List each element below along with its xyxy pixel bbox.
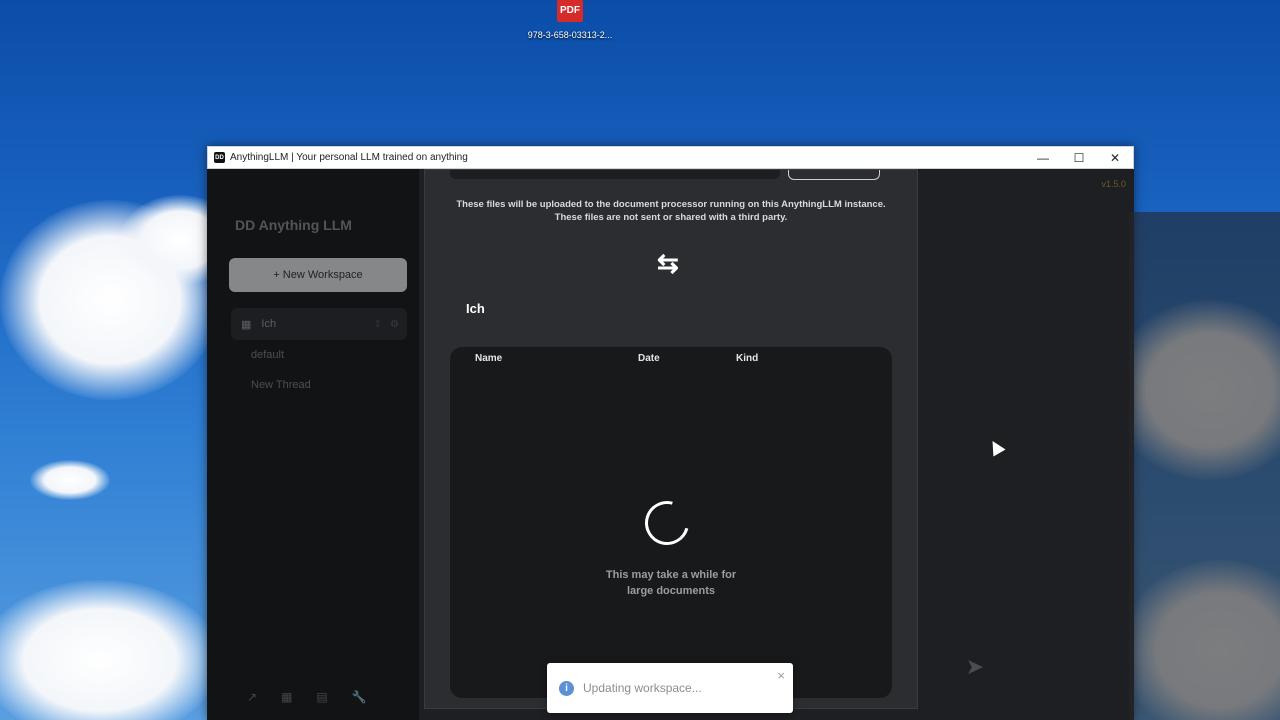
info-icon: i (559, 680, 574, 696)
settings-icon[interactable]: 🔧 (352, 690, 367, 704)
close-button[interactable]: ✕ (1097, 147, 1133, 169)
app-window: DD AnythingLLM | Your personal LLM train… (207, 146, 1280, 720)
sidebar: DD Anything LLM + New Workspace ▦ Ich ⇧ … (207, 169, 419, 720)
discord-icon[interactable]: ▤ (316, 690, 327, 704)
thread-item-new[interactable]: New Thread (251, 379, 311, 391)
sidebar-footer: ↗ ▦ ▤ 🔧 (247, 690, 367, 704)
version-badge: v1.5.0 (1101, 179, 1126, 189)
app-logo-icon: DD (214, 152, 225, 163)
chat-area (1129, 212, 1280, 720)
docs-icon[interactable]: ▦ (281, 690, 292, 704)
send-icon[interactable]: ➤ (966, 654, 984, 680)
pdf-icon: PDF (557, 0, 583, 22)
minimize-button[interactable]: — (1025, 147, 1061, 169)
workspace-files-panel: Name Date Kind This may take a while for… (450, 347, 892, 698)
column-header-date[interactable]: Date (638, 353, 660, 364)
toast-message: Updating workspace... (583, 681, 702, 695)
loading-message: This may take a while for large document… (571, 567, 771, 599)
info-line-2: These files are not sent or shared with … (554, 212, 788, 223)
url-input[interactable] (450, 170, 780, 179)
info-line-1: These files will be uploaded to the docu… (456, 199, 886, 210)
sidebar-logo: DD Anything LLM (235, 217, 352, 233)
loading-line-2: large documents (626, 585, 716, 597)
loading-line-1: This may take a while for (605, 569, 737, 581)
maximize-button[interactable]: ☐ (1061, 147, 1097, 169)
desktop-cloud (0, 580, 220, 720)
grid-icon: ▦ (241, 318, 252, 331)
toast-close-icon[interactable]: × (777, 668, 785, 683)
link-icon[interactable]: ↗ (247, 690, 257, 704)
desktop-cloud (30, 460, 110, 500)
column-header-name[interactable]: Name (475, 353, 502, 364)
loading-spinner-icon (636, 492, 698, 554)
desktop-file-label: 978-3-658-03313-2... (527, 30, 613, 40)
document-upload-modal: These files will be uploaded to the docu… (424, 169, 918, 709)
gear-icon[interactable]: ⚙ (390, 319, 399, 330)
column-header-kind[interactable]: Kind (736, 353, 758, 364)
window-title: AnythingLLM | Your personal LLM trained … (230, 152, 468, 163)
workspace-label: Ich (261, 318, 277, 330)
upload-icon[interactable]: ⇧ (374, 319, 382, 330)
fetch-button[interactable] (788, 170, 880, 180)
desktop-pdf-file[interactable]: PDF 978-3-658-03313-2... (522, 0, 618, 40)
toast-notification: i Updating workspace... × (547, 663, 793, 713)
title-bar[interactable]: DD AnythingLLM | Your personal LLM train… (207, 146, 1134, 169)
sidebar-item-workspace[interactable]: ▦ Ich ⇧ ⚙ (231, 308, 407, 340)
upload-info-text: These files will be uploaded to the docu… (445, 198, 897, 224)
thread-item-default[interactable]: default (251, 349, 284, 361)
workspace-title: Ich (466, 301, 485, 316)
swap-arrows-icon[interactable]: ⇆ (657, 250, 679, 276)
new-workspace-button[interactable]: + New Workspace (229, 258, 407, 292)
